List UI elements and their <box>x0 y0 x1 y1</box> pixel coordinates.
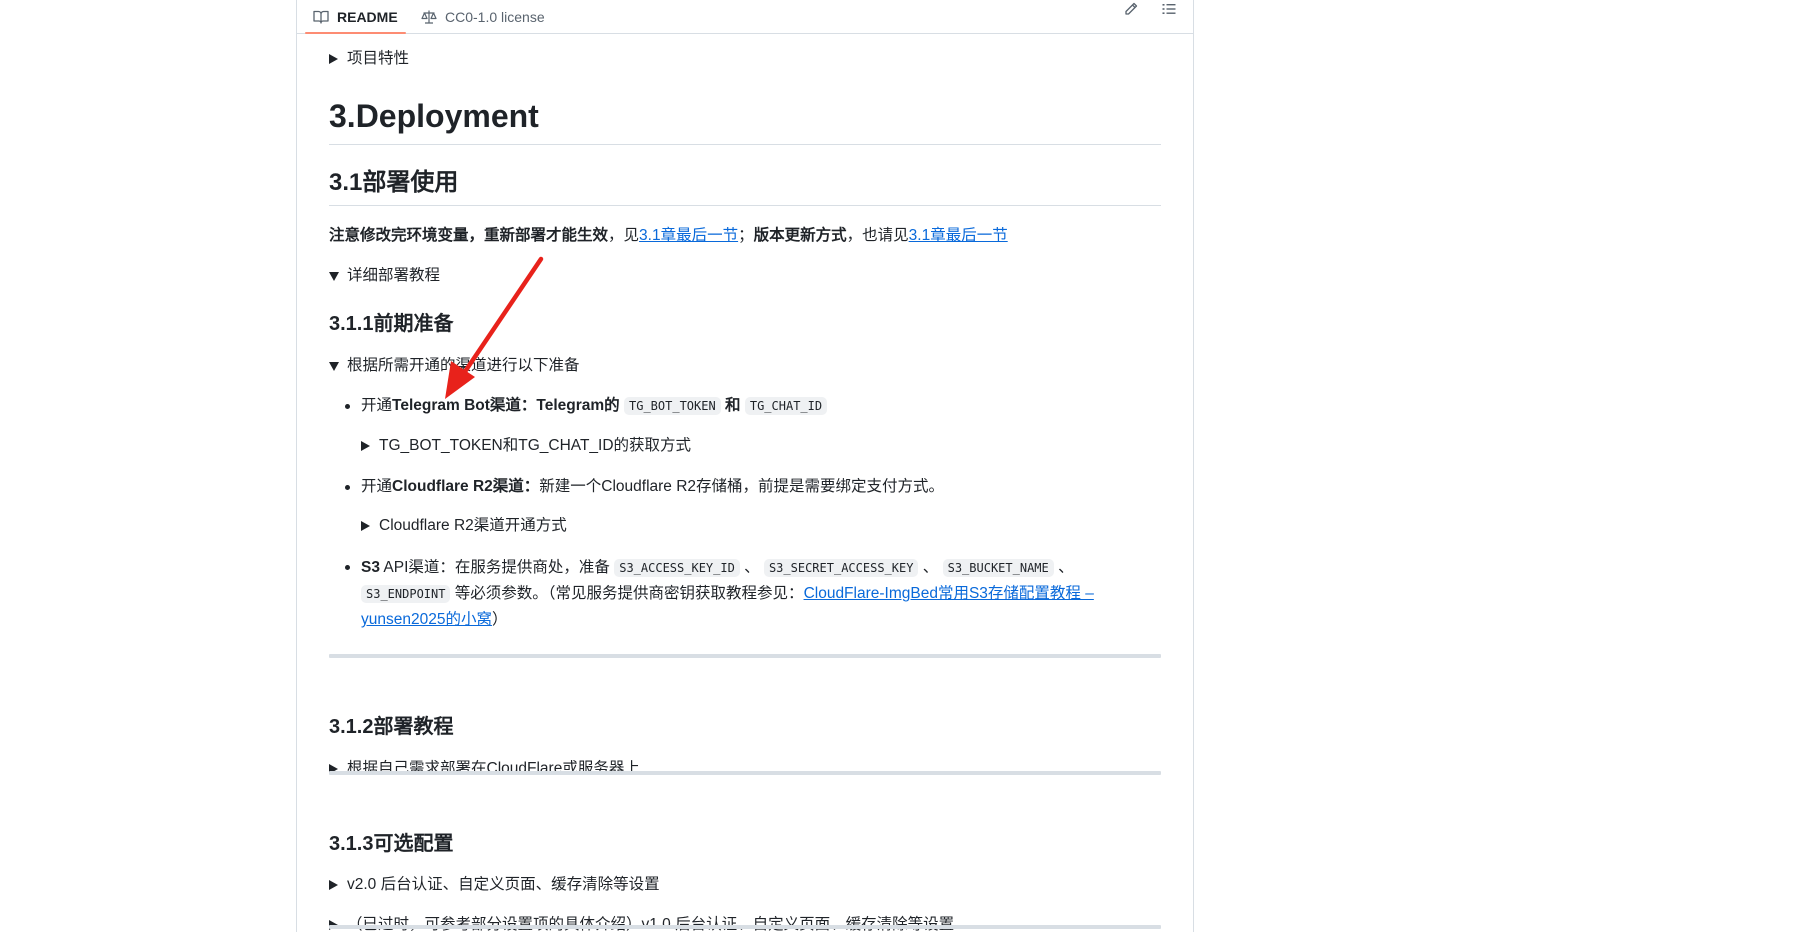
annotation-arrow-icon <box>445 256 544 399</box>
